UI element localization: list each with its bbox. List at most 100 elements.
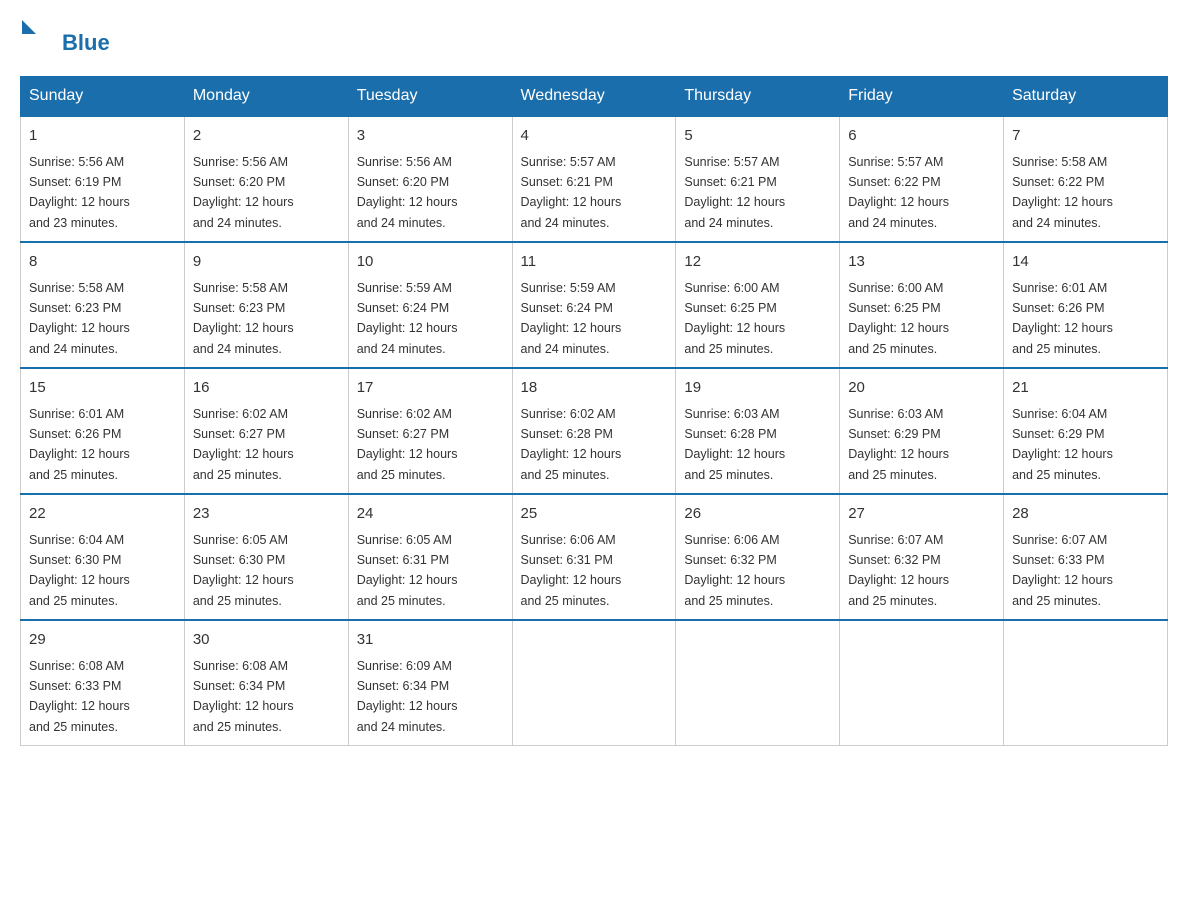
calendar-cell: 10 Sunrise: 5:59 AMSunset: 6:24 PMDaylig…: [348, 242, 512, 368]
day-info: Sunrise: 5:59 AMSunset: 6:24 PMDaylight:…: [357, 281, 458, 356]
col-header-sunday: Sunday: [21, 77, 185, 117]
day-info: Sunrise: 6:09 AMSunset: 6:34 PMDaylight:…: [357, 659, 458, 734]
calendar-week-row: 15 Sunrise: 6:01 AMSunset: 6:26 PMDaylig…: [21, 368, 1168, 494]
day-info: Sunrise: 6:00 AMSunset: 6:25 PMDaylight:…: [684, 281, 785, 356]
day-info: Sunrise: 6:07 AMSunset: 6:32 PMDaylight:…: [848, 533, 949, 608]
day-number: 4: [521, 125, 668, 148]
day-number: 29: [29, 629, 176, 652]
day-info: Sunrise: 6:08 AMSunset: 6:33 PMDaylight:…: [29, 659, 130, 734]
calendar-cell: 7 Sunrise: 5:58 AMSunset: 6:22 PMDayligh…: [1004, 116, 1168, 242]
logo-subtitle: Blue: [62, 30, 110, 56]
calendar-cell: 2 Sunrise: 5:56 AMSunset: 6:20 PMDayligh…: [184, 116, 348, 242]
calendar-cell: 30 Sunrise: 6:08 AMSunset: 6:34 PMDaylig…: [184, 620, 348, 746]
col-header-monday: Monday: [184, 77, 348, 117]
logo-arrow-icon: [22, 20, 36, 34]
day-info: Sunrise: 6:05 AMSunset: 6:30 PMDaylight:…: [193, 533, 294, 608]
calendar-cell: 3 Sunrise: 5:56 AMSunset: 6:20 PMDayligh…: [348, 116, 512, 242]
calendar-cell: 31 Sunrise: 6:09 AMSunset: 6:34 PMDaylig…: [348, 620, 512, 746]
day-number: 11: [521, 251, 668, 274]
calendar-cell: 26 Sunrise: 6:06 AMSunset: 6:32 PMDaylig…: [676, 494, 840, 620]
day-info: Sunrise: 5:57 AMSunset: 6:21 PMDaylight:…: [521, 155, 622, 230]
calendar-cell: 22 Sunrise: 6:04 AMSunset: 6:30 PMDaylig…: [21, 494, 185, 620]
col-header-thursday: Thursday: [676, 77, 840, 117]
calendar-cell: 27 Sunrise: 6:07 AMSunset: 6:32 PMDaylig…: [840, 494, 1004, 620]
day-number: 18: [521, 377, 668, 400]
calendar-cell: 15 Sunrise: 6:01 AMSunset: 6:26 PMDaylig…: [21, 368, 185, 494]
day-number: 31: [357, 629, 504, 652]
day-number: 1: [29, 125, 176, 148]
day-number: 17: [357, 377, 504, 400]
calendar-cell: 16 Sunrise: 6:02 AMSunset: 6:27 PMDaylig…: [184, 368, 348, 494]
day-number: 3: [357, 125, 504, 148]
logo: Blue: [20, 20, 110, 56]
day-info: Sunrise: 6:02 AMSunset: 6:27 PMDaylight:…: [357, 407, 458, 482]
day-number: 25: [521, 503, 668, 526]
day-info: Sunrise: 6:02 AMSunset: 6:28 PMDaylight:…: [521, 407, 622, 482]
calendar-cell: 5 Sunrise: 5:57 AMSunset: 6:21 PMDayligh…: [676, 116, 840, 242]
col-header-friday: Friday: [840, 77, 1004, 117]
day-number: 8: [29, 251, 176, 274]
day-number: 30: [193, 629, 340, 652]
day-number: 14: [1012, 251, 1159, 274]
day-number: 2: [193, 125, 340, 148]
day-info: Sunrise: 6:00 AMSunset: 6:25 PMDaylight:…: [848, 281, 949, 356]
calendar-header-row: SundayMondayTuesdayWednesdayThursdayFrid…: [21, 77, 1168, 117]
calendar-week-row: 8 Sunrise: 5:58 AMSunset: 6:23 PMDayligh…: [21, 242, 1168, 368]
calendar-cell: [676, 620, 840, 746]
day-info: Sunrise: 5:56 AMSunset: 6:20 PMDaylight:…: [193, 155, 294, 230]
day-info: Sunrise: 6:04 AMSunset: 6:29 PMDaylight:…: [1012, 407, 1113, 482]
day-info: Sunrise: 5:58 AMSunset: 6:22 PMDaylight:…: [1012, 155, 1113, 230]
calendar-cell: [512, 620, 676, 746]
day-info: Sunrise: 6:03 AMSunset: 6:28 PMDaylight:…: [684, 407, 785, 482]
calendar-cell: 14 Sunrise: 6:01 AMSunset: 6:26 PMDaylig…: [1004, 242, 1168, 368]
day-info: Sunrise: 5:57 AMSunset: 6:21 PMDaylight:…: [684, 155, 785, 230]
day-info: Sunrise: 6:03 AMSunset: 6:29 PMDaylight:…: [848, 407, 949, 482]
day-number: 21: [1012, 377, 1159, 400]
calendar-cell: 18 Sunrise: 6:02 AMSunset: 6:28 PMDaylig…: [512, 368, 676, 494]
day-number: 12: [684, 251, 831, 274]
day-number: 16: [193, 377, 340, 400]
col-header-saturday: Saturday: [1004, 77, 1168, 117]
calendar-cell: 17 Sunrise: 6:02 AMSunset: 6:27 PMDaylig…: [348, 368, 512, 494]
calendar-cell: 23 Sunrise: 6:05 AMSunset: 6:30 PMDaylig…: [184, 494, 348, 620]
day-info: Sunrise: 5:58 AMSunset: 6:23 PMDaylight:…: [29, 281, 130, 356]
col-header-wednesday: Wednesday: [512, 77, 676, 117]
day-info: Sunrise: 5:56 AMSunset: 6:20 PMDaylight:…: [357, 155, 458, 230]
calendar-cell: 24 Sunrise: 6:05 AMSunset: 6:31 PMDaylig…: [348, 494, 512, 620]
col-header-tuesday: Tuesday: [348, 77, 512, 117]
calendar-cell: 9 Sunrise: 5:58 AMSunset: 6:23 PMDayligh…: [184, 242, 348, 368]
calendar-cell: 21 Sunrise: 6:04 AMSunset: 6:29 PMDaylig…: [1004, 368, 1168, 494]
calendar-week-row: 22 Sunrise: 6:04 AMSunset: 6:30 PMDaylig…: [21, 494, 1168, 620]
day-number: 23: [193, 503, 340, 526]
calendar-week-row: 1 Sunrise: 5:56 AMSunset: 6:19 PMDayligh…: [21, 116, 1168, 242]
day-number: 20: [848, 377, 995, 400]
calendar-cell: 19 Sunrise: 6:03 AMSunset: 6:28 PMDaylig…: [676, 368, 840, 494]
day-info: Sunrise: 5:59 AMSunset: 6:24 PMDaylight:…: [521, 281, 622, 356]
calendar-cell: 1 Sunrise: 5:56 AMSunset: 6:19 PMDayligh…: [21, 116, 185, 242]
calendar-cell: [840, 620, 1004, 746]
calendar-cell: 6 Sunrise: 5:57 AMSunset: 6:22 PMDayligh…: [840, 116, 1004, 242]
day-number: 24: [357, 503, 504, 526]
day-number: 19: [684, 377, 831, 400]
day-info: Sunrise: 6:02 AMSunset: 6:27 PMDaylight:…: [193, 407, 294, 482]
day-info: Sunrise: 6:06 AMSunset: 6:31 PMDaylight:…: [521, 533, 622, 608]
day-info: Sunrise: 5:58 AMSunset: 6:23 PMDaylight:…: [193, 281, 294, 356]
day-number: 13: [848, 251, 995, 274]
day-info: Sunrise: 5:57 AMSunset: 6:22 PMDaylight:…: [848, 155, 949, 230]
day-number: 28: [1012, 503, 1159, 526]
calendar-cell: 20 Sunrise: 6:03 AMSunset: 6:29 PMDaylig…: [840, 368, 1004, 494]
calendar-cell: 13 Sunrise: 6:00 AMSunset: 6:25 PMDaylig…: [840, 242, 1004, 368]
day-info: Sunrise: 6:01 AMSunset: 6:26 PMDaylight:…: [1012, 281, 1113, 356]
day-number: 10: [357, 251, 504, 274]
day-number: 6: [848, 125, 995, 148]
calendar-cell: 12 Sunrise: 6:00 AMSunset: 6:25 PMDaylig…: [676, 242, 840, 368]
calendar-cell: 8 Sunrise: 5:58 AMSunset: 6:23 PMDayligh…: [21, 242, 185, 368]
day-info: Sunrise: 6:06 AMSunset: 6:32 PMDaylight:…: [684, 533, 785, 608]
day-info: Sunrise: 6:08 AMSunset: 6:34 PMDaylight:…: [193, 659, 294, 734]
calendar-table: SundayMondayTuesdayWednesdayThursdayFrid…: [20, 76, 1168, 746]
day-info: Sunrise: 6:01 AMSunset: 6:26 PMDaylight:…: [29, 407, 130, 482]
day-info: Sunrise: 6:07 AMSunset: 6:33 PMDaylight:…: [1012, 533, 1113, 608]
day-number: 15: [29, 377, 176, 400]
day-number: 27: [848, 503, 995, 526]
calendar-cell: 4 Sunrise: 5:57 AMSunset: 6:21 PMDayligh…: [512, 116, 676, 242]
